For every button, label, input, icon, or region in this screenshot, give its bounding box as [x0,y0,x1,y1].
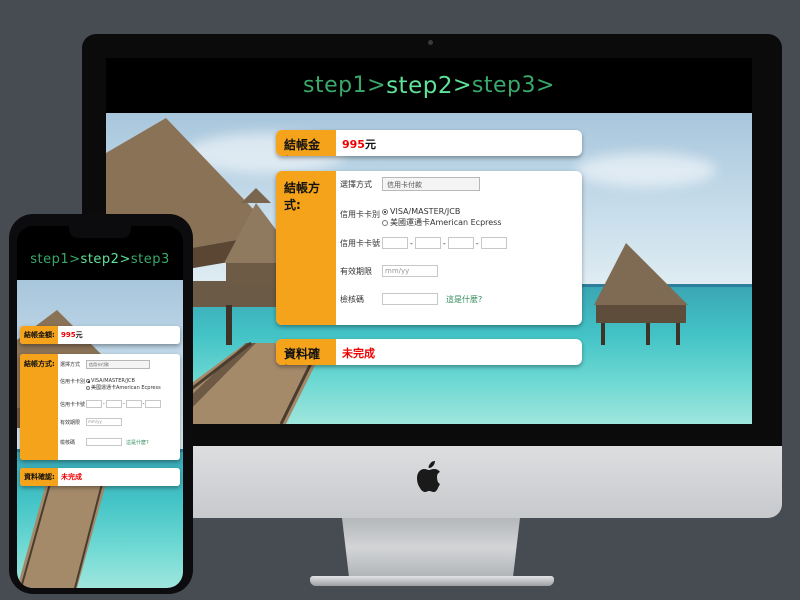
iphone-notch [69,226,131,238]
card-number-part-2[interactable] [414,237,441,249]
confirm-card: 資料確認: 未完成 [20,468,180,486]
expiry-input[interactable]: mm/yy [382,265,438,277]
step-2-active[interactable]: step2 [386,73,453,99]
confirm-card: 資料確認: 未完成 [276,339,582,365]
expiry-input[interactable]: mm/yy [86,418,122,426]
amount-label: 結帳金額: [20,326,58,344]
card-number-dash: - [442,238,446,248]
step-separator: > [452,73,472,98]
amount-card: 結帳金額: 995元 [20,326,180,344]
card-number-part-2[interactable] [105,400,122,408]
option-label: 美國運通卡American Ecpress [390,218,502,227]
step-3[interactable]: step3 [472,73,536,98]
card-number-row: 信用卡卡號 - - - [340,237,507,249]
cvv-row: 檢核碼 這是什麼? [60,438,149,446]
step-1[interactable]: step1 [303,73,367,98]
confirm-body: 未完成 [336,339,582,365]
confirm-status: 未完成 [61,473,82,481]
method-select[interactable]: 信用卡付款 [86,360,150,369]
method-select[interactable]: 信用卡付款 [382,177,480,191]
amount-card: 結帳金額: 995元 [276,130,582,156]
method-label: 選擇方式 [340,179,372,189]
card-number-row: 信用卡卡號 - - - [60,400,162,408]
card-number-dash: - [142,401,145,407]
amount-unit: 元 [364,138,376,151]
iphone-screen: step1 > step2 > step3 結帳金額: 995元 結帳方式: 選… [17,226,183,588]
card-number-dash: - [122,401,125,407]
step-separator: > [69,251,81,267]
step-separator: > [367,73,387,98]
imac-stand [342,518,520,578]
confirm-label: 資料確認: [276,339,336,365]
amount-value: 995 [61,331,76,339]
radio-selected-icon[interactable] [382,208,388,215]
card-type-row: 信用卡卡別 VISA/MASTER/JCB 美國運通卡American Ecpr… [340,207,502,228]
step-2-active[interactable]: step2 [81,252,120,267]
card-type-row: 信用卡卡別 VISA/MASTER/JCB 美國運通卡American Ecpr… [60,378,161,391]
card-type-label: 信用卡卡別 [340,210,380,219]
payment-label: 結帳方式: [20,354,58,460]
expiry-label: 有效期限 [340,266,372,276]
amount-label: 結帳金額: [276,130,336,156]
confirm-label: 資料確認: [20,468,58,486]
payment-card: 結帳方式: 選擇方式 信用卡付款 信用卡卡別 VISA/MASTER/JCB 美… [20,354,180,460]
card-type-label: 信用卡卡別 [60,379,86,385]
expiry-label: 有效期限 [60,419,81,426]
apple-logo-icon [417,461,440,492]
card-number-dash: - [410,238,413,248]
card-number-part-3[interactable] [447,237,474,249]
cvv-help-link[interactable]: 這是什麼? [126,439,149,446]
step-1[interactable]: step1 [30,252,69,267]
payment-form: 選擇方式 信用卡付款 信用卡卡別 VISA/MASTER/JCB 美國運通卡Am… [58,354,180,460]
confirm-status: 未完成 [342,347,375,360]
step-separator: > [119,251,131,267]
method-row: 選擇方式 信用卡付款 [340,177,480,191]
expiry-row: 有效期限 mm/yy [60,418,122,426]
card-number-part-4[interactable] [145,400,162,408]
card-type-option-amex[interactable]: 美國運通卡American Ecpress [86,384,161,391]
expiry-row: 有效期限 mm/yy [340,265,438,277]
card-type-option-amex[interactable]: 美國運通卡American Ecpress [382,217,502,228]
card-number-part-1[interactable] [382,237,408,249]
card-number-part-3[interactable] [125,400,142,408]
radio-unselected-icon[interactable] [382,219,388,226]
amount-body: 995元 [336,130,582,156]
cvv-input[interactable] [382,293,438,305]
method-label: 選擇方式 [60,362,81,368]
cvv-row: 檢核碼 這是什麼? [340,293,482,305]
amount-body: 995元 [58,326,180,344]
confirm-body: 未完成 [58,468,180,486]
radio-unselected-icon[interactable] [86,385,90,390]
imac-stand-base [310,576,554,586]
method-row: 選擇方式 信用卡付款 [60,360,150,369]
imac-screen: step1 > step2 > step3 > 結帳金額: 995元 結帳方式:… [106,58,752,424]
card-number-label: 信用卡卡號 [60,401,86,408]
option-label: 美國運通卡American Ecpress [91,385,161,391]
card-number-part-1[interactable] [86,400,102,408]
option-label: VISA/MASTER/JCB [390,207,461,216]
payment-card: 結帳方式: 選擇方式 信用卡付款 信用卡卡別 VISA/MASTER/JCB 美… [276,171,582,325]
card-number-label: 信用卡卡號 [340,238,380,248]
step-3[interactable]: step3 [131,252,170,267]
cvv-input[interactable] [86,438,122,446]
payment-label: 結帳方式: [276,171,336,325]
step-separator: > [536,73,555,98]
card-type-option-visa[interactable]: VISA/MASTER/JCB [382,207,502,216]
card-number-dash: - [475,238,479,248]
imac-camera-icon [428,40,433,45]
radio-selected-icon[interactable] [86,379,90,383]
amount-value: 995 [342,138,365,151]
cvv-label: 檢核碼 [340,294,364,304]
card-number-dash: - [103,401,105,407]
cvv-label: 檢核碼 [60,439,76,446]
steps-header: step1 > step2 > step3 > [106,58,752,113]
amount-unit: 元 [75,331,83,339]
cvv-help-link[interactable]: 這是什麼? [446,294,482,305]
payment-form: 選擇方式 信用卡付款 信用卡卡別 VISA/MASTER/JCB 美國運通卡Am… [336,171,582,325]
card-number-part-4[interactable] [480,237,507,249]
